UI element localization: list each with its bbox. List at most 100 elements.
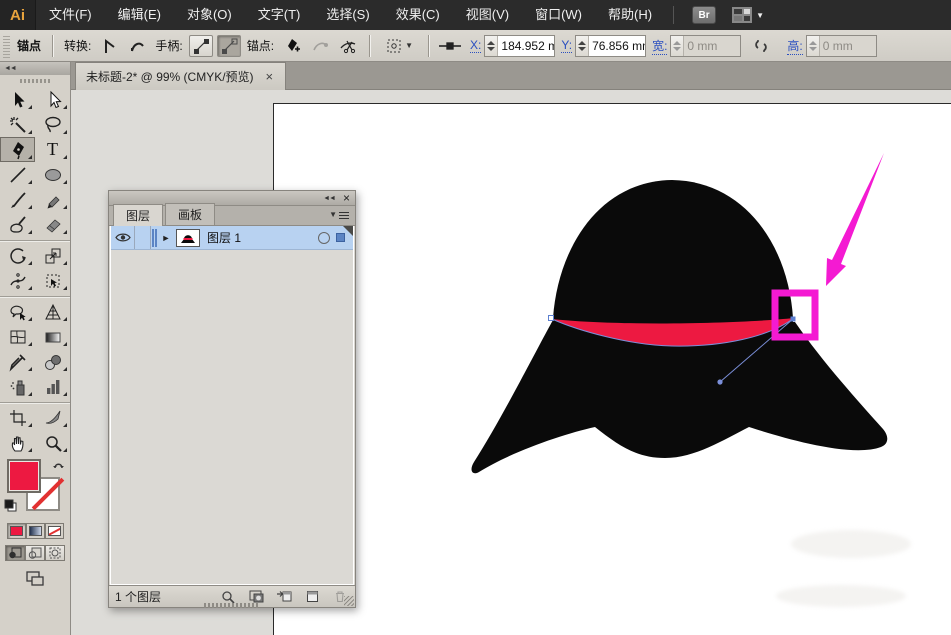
menu-effect[interactable]: 效果(C): [383, 0, 453, 30]
selection-tool[interactable]: [0, 87, 35, 112]
tab-close-icon[interactable]: ×: [264, 69, 276, 84]
direct-selection-tool[interactable]: [35, 87, 70, 112]
menu-help[interactable]: 帮助(H): [595, 0, 665, 30]
eye-icon: [115, 232, 131, 243]
new-layer-icon[interactable]: [303, 589, 321, 605]
panel-bottom-grip[interactable]: [204, 603, 260, 608]
pen-tool[interactable]: [0, 137, 35, 162]
layer-row[interactable]: ► 图层 1: [111, 226, 353, 250]
hat-crown-shape[interactable]: [553, 180, 793, 323]
blob-brush-tool[interactable]: [0, 212, 35, 237]
width-spinner: [671, 36, 684, 56]
y-field[interactable]: 76.856 mm: [575, 35, 646, 57]
menu-window[interactable]: 窗口(W): [522, 0, 595, 30]
panel-menu-icon[interactable]: ▼: [329, 210, 349, 219]
convert-to-corner-button[interactable]: [97, 35, 121, 57]
type-tool[interactable]: T: [35, 137, 70, 162]
controlbar-grip[interactable]: [3, 34, 10, 58]
hide-handles-button[interactable]: [217, 35, 241, 57]
constrain-proportions-icon[interactable]: [749, 35, 773, 57]
control-bar: 锚点 转换: 手柄: 锚点: ▼: [0, 30, 951, 62]
collapse-icons-icon[interactable]: ◄◄: [323, 195, 335, 202]
draw-behind-button[interactable]: [25, 545, 45, 561]
color-button[interactable]: [7, 523, 26, 539]
menu-type[interactable]: 文字(T): [245, 0, 314, 30]
default-swatches-icon[interactable]: [4, 499, 18, 516]
tab-layers[interactable]: 图层: [113, 204, 163, 226]
x-spinner[interactable]: [485, 36, 498, 56]
handles-label: 手柄:: [155, 37, 182, 54]
scale-tool[interactable]: [35, 243, 70, 268]
document-title: 未标题-2* @ 99% (CMYK/预览): [86, 68, 254, 85]
shape-builder-tool[interactable]: [0, 299, 35, 324]
bridge-button[interactable]: Br: [692, 6, 716, 24]
free-transform-tool[interactable]: [35, 268, 70, 293]
perspective-grid-tool[interactable]: [35, 299, 70, 324]
eyedropper-tool[interactable]: [0, 349, 35, 374]
menu-object[interactable]: 对象(O): [174, 0, 245, 30]
workspace-switcher[interactable]: ▼: [732, 7, 764, 23]
y-spinner[interactable]: [576, 36, 589, 56]
layer-name[interactable]: 图层 1: [203, 229, 318, 246]
tools-panel-grip[interactable]: [0, 75, 70, 87]
zoom-tool[interactable]: [35, 430, 70, 455]
layer-color-bar: [151, 226, 159, 249]
x-field[interactable]: 184.952 m: [484, 35, 555, 57]
isolate-selection-button[interactable]: ▼: [379, 35, 419, 57]
gradient-button[interactable]: [26, 523, 45, 539]
line-segment-tool[interactable]: [0, 162, 35, 187]
panel-resize-grip[interactable]: [344, 596, 354, 606]
menu-edit[interactable]: 编辑(E): [105, 0, 174, 30]
mesh-tool[interactable]: [0, 324, 35, 349]
lasso-tool[interactable]: [35, 112, 70, 137]
pencil-tool[interactable]: [35, 187, 70, 212]
collapse-panel-icon[interactable]: ◄◄: [4, 65, 16, 72]
layer-thumbnail[interactable]: [176, 229, 200, 247]
convert-to-smooth-button[interactable]: [125, 35, 149, 57]
menu-view[interactable]: 视图(V): [453, 0, 522, 30]
gradient-tool[interactable]: [35, 324, 70, 349]
blend-tool[interactable]: [35, 349, 70, 374]
add-anchor-button[interactable]: [280, 35, 304, 57]
swap-fill-stroke-icon[interactable]: [52, 459, 66, 476]
draw-inside-button[interactable]: [45, 545, 65, 561]
menu-select[interactable]: 选择(S): [313, 0, 382, 30]
bezier-handle-point[interactable]: [717, 379, 722, 384]
left-anchor-point[interactable]: [549, 316, 554, 321]
visibility-toggle[interactable]: [111, 226, 135, 249]
right-anchor-point[interactable]: [791, 317, 796, 322]
magic-wand-tool[interactable]: [0, 112, 35, 137]
ellipse-tool[interactable]: [35, 162, 70, 187]
lock-toggle[interactable]: [135, 226, 151, 249]
menu-file[interactable]: 文件(F): [36, 0, 105, 30]
eraser-tool[interactable]: [35, 212, 70, 237]
fill-swatch[interactable]: [7, 459, 41, 493]
slice-tool[interactable]: [35, 405, 70, 430]
document-tab[interactable]: 未标题-2* @ 99% (CMYK/预览) ×: [75, 62, 286, 90]
layer-count: 1 个图层: [115, 588, 209, 605]
show-handles-button[interactable]: [189, 35, 213, 57]
paintbrush-tool[interactable]: [0, 187, 35, 212]
ai-logo-icon[interactable]: Ai: [0, 0, 36, 30]
rotate-tool[interactable]: [0, 243, 35, 268]
layer-target-circle[interactable]: [318, 232, 330, 244]
column-graph-tool[interactable]: [35, 374, 70, 399]
height-field: 0 mm: [806, 35, 877, 57]
tab-artboards[interactable]: 画板: [165, 203, 215, 225]
symbol-sprayer-tool[interactable]: [0, 374, 35, 399]
draw-normal-button[interactable]: [5, 545, 25, 561]
none-button[interactable]: [45, 523, 64, 539]
tools-panel-header[interactable]: ◄◄: [0, 62, 70, 75]
new-sublayer-icon[interactable]: [275, 589, 293, 605]
hand-tool[interactable]: [0, 430, 35, 455]
expand-layer-icon[interactable]: ►: [159, 226, 173, 249]
color-type-buttons: [0, 523, 70, 539]
cut-path-button[interactable]: [336, 35, 360, 57]
layers-list: ► 图层 1: [110, 226, 354, 585]
width-tool[interactable]: [0, 268, 35, 293]
convert-label: 转换:: [64, 37, 91, 54]
artboard-tool[interactable]: [0, 405, 35, 430]
panel-close-icon[interactable]: ×: [343, 193, 350, 203]
remove-anchor-button[interactable]: [308, 35, 332, 57]
screen-mode-button[interactable]: [0, 571, 70, 587]
